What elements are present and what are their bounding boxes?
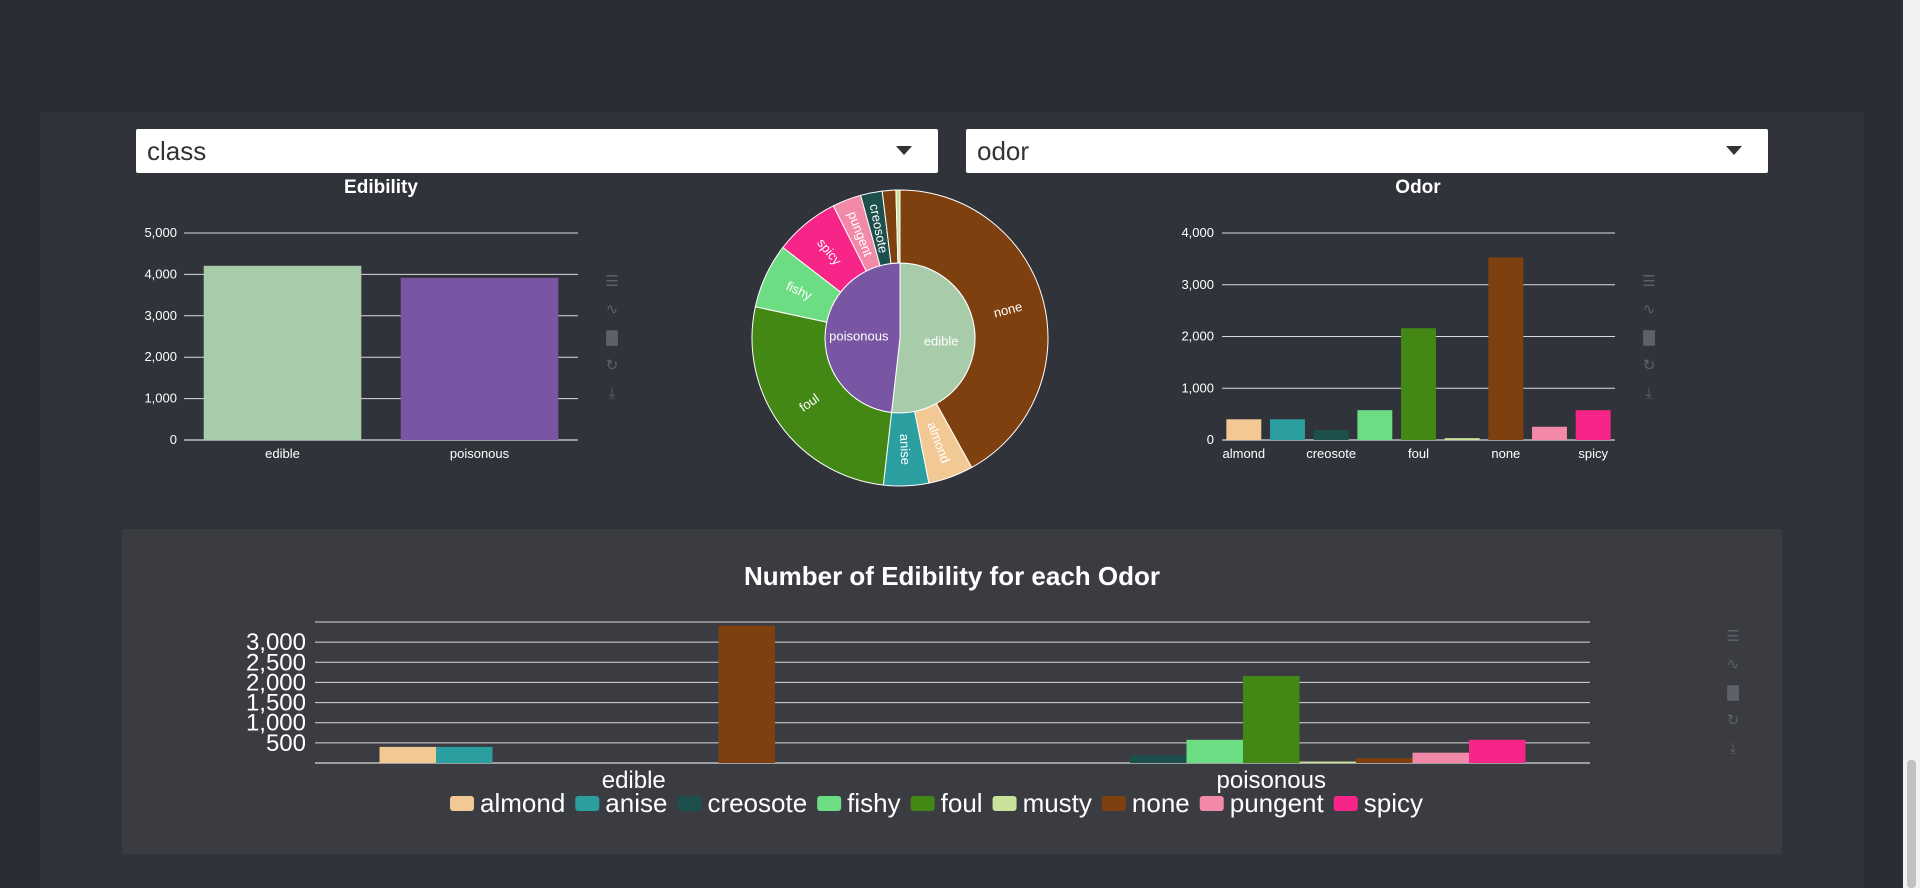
odor-x-tick: almond	[1223, 446, 1266, 461]
legend-label-fishy: fishy	[847, 788, 900, 818]
sunburst-inner-label: edible	[924, 333, 959, 348]
edibility-y-tick: 5,000	[144, 225, 177, 240]
legend-label-almond: almond	[480, 788, 565, 818]
data-view-icon: ☰	[605, 273, 618, 290]
legend-label-anise: anise	[605, 788, 667, 818]
odor-x-tick: none	[1491, 446, 1520, 461]
odor-y-tick: 0	[1207, 432, 1214, 447]
data-view-icon: ☰	[1726, 628, 1739, 645]
odor-title: Odor	[1395, 177, 1441, 198]
legend-label-pungent: pungent	[1230, 788, 1325, 818]
sunburst-outer-label: anise	[897, 434, 913, 466]
grouped-bar-poisonous-musty[interactable]	[1299, 761, 1357, 763]
legend-swatch-none[interactable]	[1101, 796, 1126, 811]
edibility-y-tick: 4,000	[144, 266, 177, 281]
odor-bar-none[interactable]	[1488, 257, 1524, 440]
grouped-bar-poisonous-foul[interactable]	[1243, 675, 1300, 763]
odor-y-tick: 2,000	[1181, 329, 1214, 344]
save-image-icon: ⤓	[1646, 385, 1653, 402]
restore-icon: ↻	[1643, 357, 1656, 374]
grouped-bar-edible-anise[interactable]	[436, 746, 493, 763]
legend-label-none: none	[1132, 788, 1190, 818]
legend-label-creosote: creosote	[707, 788, 807, 818]
odor-bar-spicy[interactable]	[1575, 410, 1611, 440]
legend-swatch-anise[interactable]	[575, 796, 600, 811]
odor-y-tick: 3,000	[1181, 277, 1214, 292]
legend-swatch-creosote[interactable]	[677, 796, 702, 811]
odor-bar-creosote[interactable]	[1313, 430, 1349, 440]
legend-swatch-almond[interactable]	[450, 796, 474, 811]
legend-swatch-foul[interactable]	[910, 796, 935, 811]
grouped-bar-poisonous-creosote[interactable]	[1130, 755, 1187, 763]
odor-bar-pungent[interactable]	[1532, 426, 1567, 440]
legend-swatch-pungent[interactable]	[1199, 796, 1224, 811]
odor-bar-foul[interactable]	[1401, 328, 1436, 440]
odor-bar-anise[interactable]	[1270, 419, 1305, 440]
save-image-icon: ⤓	[1730, 740, 1737, 757]
grouped-bar-edible-none[interactable]	[718, 625, 776, 763]
bar-chart-icon: ▇	[1642, 329, 1655, 346]
edibility-y-tick: 2,000	[144, 349, 177, 364]
data-view-icon: ☰	[1642, 273, 1655, 290]
charts-canvas: Edibility 0 1,000 2,000 3,000 4,000 5,000 edibl…	[144, 177, 1740, 818]
grouped-bar-poisonous-pungent[interactable]	[1412, 752, 1470, 763]
legend-swatch-musty[interactable]	[992, 796, 1017, 811]
line-chart-icon: ∿	[1643, 301, 1656, 318]
odor-bar-almond[interactable]	[1226, 419, 1262, 440]
restore-icon: ↻	[606, 357, 619, 374]
restore-icon: ↻	[1727, 712, 1740, 729]
save-image-icon: ⤓	[609, 385, 616, 402]
legend-swatch-spicy[interactable]	[1333, 796, 1358, 811]
odor-bar-musty[interactable]	[1444, 438, 1480, 440]
odor-x-tick: creosote	[1306, 446, 1356, 461]
grouped-bar-poisonous-fishy[interactable]	[1186, 739, 1244, 763]
grouped-bar-poisonous-spicy[interactable]	[1469, 739, 1526, 763]
sunburst-inner-label: poisonous	[829, 329, 889, 344]
odor-bar-fishy[interactable]	[1357, 410, 1393, 440]
edibility-bar-poisonous[interactable]	[400, 277, 559, 440]
edibility-x-tick: edible	[265, 446, 300, 461]
edibility-bar-edible[interactable]	[203, 265, 362, 440]
bar-chart-icon: ▇	[605, 329, 618, 346]
grouped-title: Number of Edibility for each Odor	[744, 561, 1160, 591]
odor-y-tick: 1,000	[1181, 380, 1214, 395]
odor-x-tick: foul	[1408, 446, 1429, 461]
legend-label-spicy: spicy	[1364, 788, 1423, 818]
grouped-y-tick: 3,000	[246, 629, 306, 656]
page-scrollbar[interactable]	[1903, 0, 1920, 888]
legend-label-foul: foul	[941, 788, 983, 818]
bar-chart-icon: ▇	[1726, 684, 1739, 701]
scrollbar-thumb[interactable]	[1907, 760, 1916, 888]
line-chart-icon: ∿	[1727, 656, 1740, 673]
edibility-x-tick: poisonous	[450, 446, 510, 461]
legend-label-musty: musty	[1023, 788, 1092, 818]
odor-x-tick: spicy	[1578, 446, 1608, 461]
legend-swatch-fishy[interactable]	[817, 796, 842, 811]
line-chart-icon: ∿	[606, 301, 619, 318]
grouped-bar-edible-almond[interactable]	[379, 746, 437, 763]
odor-y-tick: 4,000	[1181, 225, 1214, 240]
edibility-title: Edibility	[344, 177, 418, 198]
edibility-y-tick: 1,000	[144, 391, 177, 406]
edibility-y-tick: 3,000	[144, 308, 177, 323]
grouped-bar-poisonous-none[interactable]	[1356, 758, 1413, 763]
edibility-y-tick: 0	[170, 432, 177, 447]
